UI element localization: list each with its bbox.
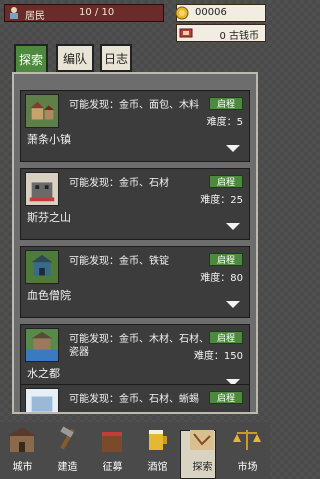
gold-counter: 00006 [175,4,266,22]
tab-log[interactable]: 日志 [100,44,132,72]
location-card[interactable]: 可能发现：金币、石材、蜥蜴 启程 [20,384,250,412]
depart-button[interactable]: 启程 [209,175,243,188]
depart-button[interactable]: 启程 [209,391,243,404]
city-icon [8,427,36,452]
build-icon [60,426,75,450]
difficulty-label: 难度：80 [200,273,243,284]
location-finds: 可能发现：金币、石材、蜥蜴 [69,394,199,405]
nav-label: 酒馆 [147,462,168,473]
location-card[interactable]: 萧条小镇 可能发现：金币、面包、木料 启程 难度：5 [20,90,250,162]
location-name: 斯芬之山 [27,211,71,224]
recruit-icon [102,432,122,452]
location-finds: 可能发现：金币、铁锭 [69,256,169,267]
ice-icon [25,388,59,412]
market-icon [233,430,261,450]
nav-city[interactable]: 城市 [0,422,45,479]
gold-amount: 00006 [195,7,227,18]
gold-coin-icon [175,6,189,20]
expand-arrow-icon[interactable] [226,301,240,308]
ancient-coin-icon [179,28,193,38]
location-card[interactable]: 斯芬之山 可能发现：金币、石材 启程 难度：25 [20,168,250,240]
nav-label: 探索 [192,462,213,473]
location-finds: 可能发现：金币、木材、石材、瓷器 [69,334,209,358]
ancient-coin-amount: 0 古钱币 [219,31,259,42]
town-icon [25,94,59,128]
location-name: 血色僧院 [27,289,71,302]
expand-arrow-icon[interactable] [226,223,240,230]
location-finds: 可能发现：金币、石材 [69,178,169,189]
monastery-icon [25,250,59,284]
location-name: 萧条小镇 [27,133,71,146]
difficulty-label: 难度：5 [206,117,243,128]
resident-counter: 居民 10 / 10 [4,4,164,22]
tavern-icon [149,430,167,450]
resident-label: 居民 [25,11,45,22]
location-name: 水之都 [27,367,60,380]
tab-explore[interactable]: 探索 [14,44,48,74]
nav-label: 建造 [57,462,78,473]
expand-arrow-icon[interactable] [226,145,240,152]
resident-count: 10 / 10 [79,7,115,18]
explore-icon [190,430,214,450]
nav-explore[interactable]: 探索 [180,422,225,479]
water-city-icon [25,328,59,362]
depart-button[interactable]: 启程 [209,253,243,266]
nav-build[interactable]: 建造 [45,422,90,479]
nav-label: 城市 [12,462,33,473]
nav-market[interactable]: 市场 [225,422,270,479]
difficulty-label: 难度：150 [193,351,243,362]
ancient-coin-counter: 0 古钱币 [176,24,266,42]
mountain-icon [25,172,59,206]
top-status-bar: 居民 10 / 10 00006 0 古钱币 [0,0,270,44]
depart-button[interactable]: 启程 [209,97,243,110]
difficulty-label: 难度：25 [200,195,243,206]
nav-recruit[interactable]: 征募 [90,422,135,479]
nav-label: 市场 [237,462,258,473]
location-list[interactable]: 萧条小镇 可能发现：金币、面包、木料 启程 难度：5 斯芬之山 可能发现：金币、… [12,72,258,414]
tab-formation[interactable]: 编队 [56,44,94,72]
resident-icon [10,7,18,19]
nav-label: 征募 [102,462,123,473]
depart-button[interactable]: 启程 [209,331,243,344]
nav-tavern[interactable]: 酒馆 [135,422,180,479]
location-card[interactable]: 血色僧院 可能发现：金币、铁锭 启程 难度：80 [20,246,250,318]
location-finds: 可能发现：金币、面包、木料 [69,100,199,111]
